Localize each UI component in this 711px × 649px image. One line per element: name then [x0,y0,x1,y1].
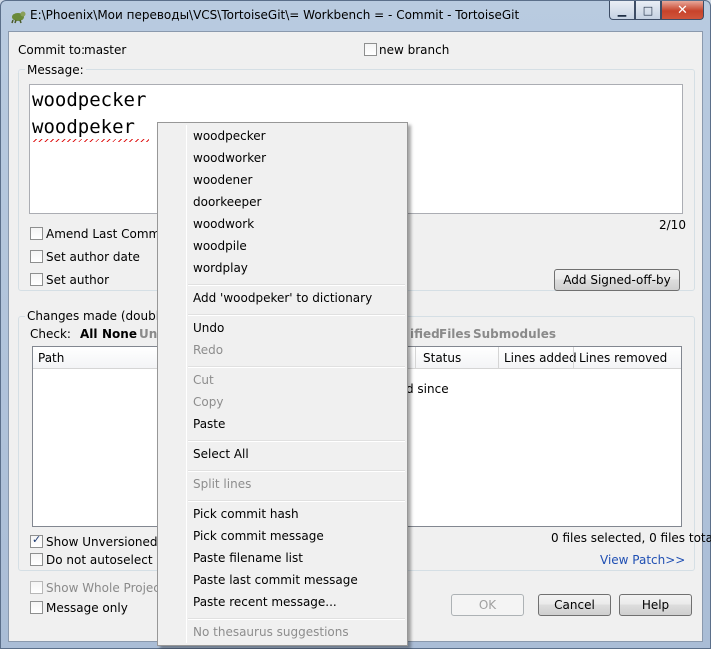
menu-add-to-dictionary[interactable]: Add 'woodpeker' to dictionary [160,287,405,309]
close-icon: ✕ [677,2,688,18]
message-label: Message: [25,63,86,77]
check-modified-link[interactable]: ified [410,327,440,341]
amend-label: Amend Last Commit [46,227,169,241]
column-separator [415,347,416,368]
minimize-button[interactable]: ▁ [609,1,635,20]
message-line-1: woodpecker [32,89,147,111]
maximize-icon: □ [642,3,654,17]
menu-separator [188,470,405,472]
menu-copy[interactable]: Copy [160,391,405,413]
column-separator [573,347,574,368]
column-separator [498,347,499,368]
menu-select-all[interactable]: Select All [160,443,405,465]
menu-split-lines[interactable]: Split lines [160,473,405,495]
column-lines-removed[interactable]: Lines removed [579,351,667,365]
check-submodules-link[interactable]: Submodules [473,327,556,341]
menu-separator [188,440,405,442]
menu-suggestion[interactable]: doorkeeper [160,191,405,213]
menu-paste[interactable]: Paste [160,413,405,435]
column-path[interactable]: Path [38,351,64,365]
spellcheck-underline [33,139,149,142]
message-line-2: woodpeker [32,116,135,138]
maximize-button[interactable]: □ [635,1,661,20]
column-lines-added[interactable]: Lines added [504,351,577,365]
add-signed-off-by-button[interactable]: Add Signed-off-by [554,269,680,291]
menu-separator [188,284,405,286]
menu-pick-commit-message[interactable]: Pick commit message [160,525,405,547]
menu-paste-filename-list[interactable]: Paste filename list [160,547,405,569]
menu-separator [188,366,405,368]
show-whole-project-label: Show Whole Project [46,581,165,595]
commit-to-label: Commit to: [18,43,86,57]
menu-suggestion[interactable]: woodworker [160,147,405,169]
branch-name: master [84,43,127,57]
message-only-checkbox[interactable] [30,601,43,614]
message-only-label: Message only [46,601,128,615]
ok-button[interactable]: OK [451,594,524,616]
menu-no-thesaurus: No thesaurus suggestions [193,625,349,639]
window-title: E:\Phoenix\Мои переводы\VCS\TortoiseGit\… [30,8,520,22]
close-button[interactable]: ✕ [661,1,704,20]
menu-undo[interactable]: Undo [160,317,405,339]
menu-paste-recent-message[interactable]: Paste recent message... [160,591,405,613]
menu-copy-label: Copy [193,395,224,409]
check-all-link[interactable]: All [80,327,98,341]
menu-separator [188,500,405,502]
tortoisegit-app-icon [11,11,26,24]
amend-checkbox[interactable] [30,227,43,240]
menu-redo[interactable]: Redo [160,339,405,361]
menu-redo-label: Redo [193,343,224,357]
title-bar[interactable]: E:\Phoenix\Мои переводы\VCS\TortoiseGit\… [1,1,710,31]
menu-pick-commit-hash[interactable]: Pick commit hash [160,503,405,525]
show-unversioned-checkbox[interactable] [30,533,43,548]
menu-suggestion[interactable]: woodener [160,169,405,191]
set-author-checkbox[interactable] [30,273,43,286]
menu-separator [188,314,405,316]
check-label: Check: [30,327,71,341]
check-none-link[interactable]: None [102,327,137,341]
menu-paste-label: Paste [193,417,226,431]
set-author-date-checkbox[interactable] [30,250,43,263]
menu-undo-label: Undo [193,321,225,335]
menu-suggestion[interactable]: woodwork [160,213,405,235]
view-patch-link[interactable]: View Patch>> [600,553,685,567]
check-files-link[interactable]: Files [439,327,471,341]
menu-suggestion[interactable]: woodpile [160,235,405,257]
spellcheck-context-menu: woodpecker woodworker woodener doorkeepe… [157,122,408,646]
cancel-button[interactable]: Cancel [538,594,611,616]
minimize-icon: ▁ [617,3,627,17]
no-autoselect-checkbox[interactable] [30,553,43,566]
column-status[interactable]: Status [423,351,461,365]
message-counter: 2/10 [659,218,686,232]
menu-suggestion[interactable]: wordplay [160,257,405,279]
files-selected-status: 0 files selected, 0 files total [551,531,711,545]
new-branch-checkbox[interactable] [364,43,377,56]
menu-separator [188,618,405,620]
show-whole-project-checkbox[interactable] [30,581,43,594]
menu-cut-label: Cut [193,373,214,387]
menu-paste-last-commit-message[interactable]: Paste last commit message [160,569,405,591]
set-author-label: Set author [46,273,110,287]
set-author-date-label: Set author date [46,250,140,264]
help-button[interactable]: Help [619,594,692,616]
menu-suggestion[interactable]: woodpecker [160,125,405,147]
new-branch-label: new branch [379,43,450,57]
menu-cut[interactable]: Cut [160,369,405,391]
empty-list-message: d since [406,382,449,396]
